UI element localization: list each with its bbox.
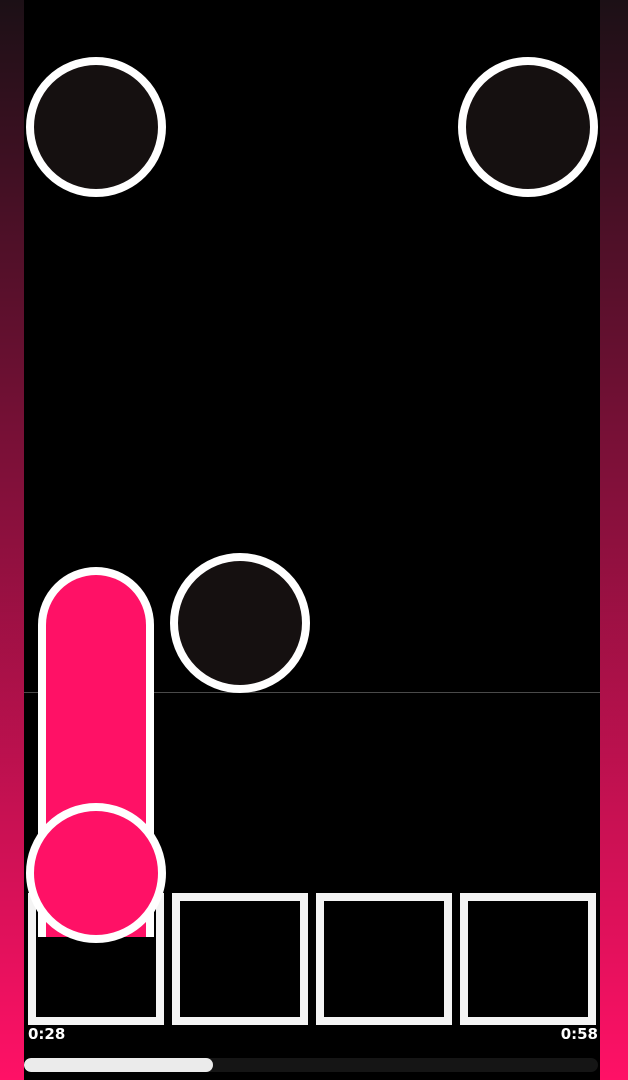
lane-key-3[interactable] — [316, 893, 452, 1025]
lane-key-2[interactable] — [172, 893, 308, 1025]
hold-note-head-lane-1 — [26, 803, 166, 943]
total-time: 0:58 — [560, 1025, 598, 1043]
left-side-gradient — [0, 0, 24, 1080]
lane-key-4[interactable] — [460, 893, 596, 1025]
elapsed-time: 0:28 — [28, 1025, 66, 1043]
song-progress-fill — [24, 1058, 214, 1072]
tap-note-lane-2 — [170, 553, 310, 693]
tap-note-lane-1 — [26, 57, 166, 197]
song-progress-bar[interactable] — [24, 1058, 598, 1072]
right-side-gradient — [600, 0, 628, 1080]
game-stage: 0:28 0:58 — [0, 0, 628, 1080]
tap-note-lane-4 — [458, 57, 598, 197]
